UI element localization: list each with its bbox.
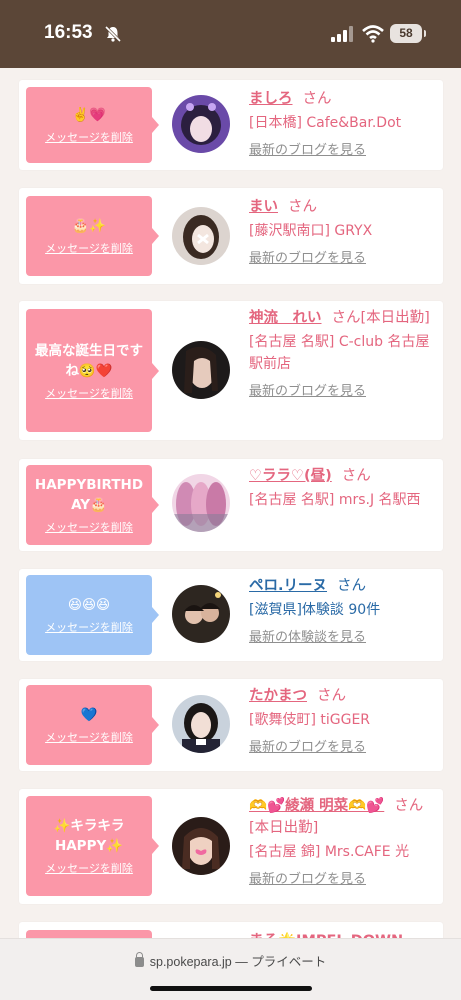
honorific: さん [317, 688, 346, 704]
message-text: ✨キラキラHAPPY✨ [53, 818, 125, 854]
message-text: 💙 [80, 707, 98, 723]
avatar[interactable] [172, 207, 230, 265]
list-item: ✨キラキラHAPPY✨ メッセージを削除 🫶💕綾瀬 明菜🫶💕 さん [本日出勤] [… [19, 789, 443, 904]
honorific: さん [394, 798, 424, 814]
profile-info: 神流 れい さん[本日出勤] [名古屋 名駅] C-club 名古屋駅前店 最新の… [249, 307, 433, 401]
list-item: ✌️💗 メッセージを削除 ましろ さん [日本橋] Cafe&Bar.Dot 最新… [19, 80, 443, 170]
list-item: 💙 メッセージを削除 たかまつ さん [歌舞伎町] tiGGER 最新のブログを見… [19, 679, 443, 771]
honorific: さん [331, 310, 361, 326]
honorific: さん [337, 578, 367, 594]
profile-info: ♡ララ♡(昼) さん [名古屋 名駅] mrs.J 名駅西 [249, 465, 433, 511]
avatar[interactable] [172, 817, 230, 875]
cast-name-link[interactable]: まい [249, 199, 278, 215]
honorific: さん [302, 91, 332, 107]
shop-text: [名古屋 名駅] mrs.J 名駅西 [249, 492, 421, 508]
message-bubble: 最高な誕生日ですね🥺❤️ メッセージを削除 [26, 309, 159, 432]
avatar[interactable] [172, 695, 230, 753]
lock-icon [134, 952, 144, 967]
latest-blog-link[interactable]: 最新のブログを見る [249, 383, 366, 401]
cast-name-link[interactable]: 神流 れい [249, 310, 322, 326]
url-domain: sp.pokepara.jp [149, 955, 232, 969]
message-bubble: 😆😆😆 メッセージを削除 [26, 575, 159, 655]
message-text: 最高な誕生日ですね🥺❤️ [35, 342, 143, 379]
status-time: 16:53 [44, 22, 93, 43]
delete-message-link[interactable]: メッセージを削除 [45, 240, 133, 256]
list-item: HAPPYBIRTHDAY🎂 メッセージを削除 ♡ララ♡(昼) さん [名古屋 名… [19, 459, 443, 551]
avatar[interactable] [172, 95, 230, 153]
avatar[interactable] [172, 341, 230, 399]
cast-name-link[interactable]: ましろ [249, 91, 293, 107]
delete-message-link[interactable]: メッセージを削除 [45, 619, 133, 635]
shop-text: [歌舞伎町] tiGGER [249, 712, 371, 728]
status-bar: 16:53 58 [0, 0, 461, 68]
delete-message-link[interactable]: メッセージを削除 [45, 860, 133, 876]
profile-info: たかまつ さん [歌舞伎町] tiGGER 最新のブログを見る [249, 685, 433, 757]
shop-text: [名古屋 名駅] C-club 名古屋駅前店 [249, 334, 430, 372]
cast-name-link[interactable]: ♡ララ♡(昼) [249, 468, 332, 484]
honorific: さん [288, 199, 317, 215]
shop-text: [名古屋 錦] Mrs.CAFE 光 [249, 844, 410, 860]
message-bubble: 💙 メッセージを削除 [26, 685, 159, 765]
list-item: 😆😆😆 メッセージを削除 ペロ.リーヌ さん [滋賀県]体験談 90件 最新の体験… [19, 569, 443, 661]
honorific: さん [341, 468, 371, 484]
url-text: sp.pokepara.jp — プライベート [0, 951, 461, 970]
profile-info: 🫶💕綾瀬 明菜🫶💕 さん [本日出勤] [名古屋 錦] Mrs.CAFE 光 最新の… [249, 795, 433, 889]
wifi-icon [362, 25, 384, 43]
message-bubble: HAPPYBIRTHDAY🎂 メッセージを削除 [26, 465, 159, 545]
shop-text: [滋賀県]体験談 90件 [249, 602, 381, 618]
latest-blog-link[interactable]: 最新のブログを見る [249, 739, 366, 757]
cast-name-link[interactable]: たかまつ [249, 688, 307, 704]
home-indicator[interactable] [150, 986, 312, 991]
profile-info: まい さん [藤沢駅南口] GRYX 最新のブログを見る [249, 196, 433, 268]
private-mode-label: — プライベート [235, 955, 327, 969]
list-item: 最高な誕生日ですね🥺❤️ メッセージを削除 神流 れい さん[本日出勤] [名古屋… [19, 301, 443, 440]
message-text: ✌️💗 [72, 107, 106, 123]
message-text: HAPPYBIRTHDAY🎂 [34, 477, 144, 513]
profile-info: ペロ.リーヌ さん [滋賀県]体験談 90件 最新の体験談を見る [249, 575, 433, 647]
shift-tag: [本日出勤] [249, 820, 319, 836]
message-bubble: 🎂✨ メッセージを削除 [26, 196, 159, 276]
shop-text: [藤沢駅南口] GRYX [249, 223, 373, 239]
message-text: 😆😆😆 [67, 597, 111, 613]
battery-indicator: 58 [390, 24, 426, 43]
latest-blog-link[interactable]: 最新のブログを見る [249, 142, 366, 160]
list-item: 🎂✨ メッセージを削除 まい さん [藤沢駅南口] GRYX 最新のブログを見る [19, 188, 443, 284]
avatar[interactable] [172, 585, 230, 643]
reviewer-name-link[interactable]: ペロ.リーヌ [249, 578, 327, 594]
latest-blog-link[interactable]: 最新のブログを見る [249, 250, 366, 268]
browser-url-bar[interactable]: sp.pokepara.jp — プライベート [0, 938, 461, 1000]
cast-name-link[interactable]: 🫶💕綾瀬 明菜🫶💕 [249, 798, 384, 814]
message-bubble: ✨キラキラHAPPY✨ メッセージを削除 [26, 796, 159, 896]
delete-message-link[interactable]: メッセージを削除 [45, 519, 133, 535]
shop-text: [日本橋] Cafe&Bar.Dot [249, 115, 402, 131]
signal-icon [331, 26, 353, 42]
bell-slash-icon [104, 25, 122, 43]
delete-message-link[interactable]: メッセージを削除 [45, 729, 133, 745]
profile-info: ましろ さん [日本橋] Cafe&Bar.Dot 最新のブログを見る [249, 88, 433, 160]
delete-message-link[interactable]: メッセージを削除 [45, 385, 133, 401]
message-bubble: ✌️💗 メッセージを削除 [26, 87, 159, 163]
shift-tag: [本日出勤] [360, 310, 430, 326]
delete-message-link[interactable]: メッセージを削除 [45, 129, 133, 145]
avatar[interactable] [172, 474, 230, 532]
latest-blog-link[interactable]: 最新のブログを見る [249, 871, 366, 889]
latest-review-link[interactable]: 最新の体験談を見る [249, 629, 366, 647]
message-text: 🎂✨ [72, 218, 106, 234]
